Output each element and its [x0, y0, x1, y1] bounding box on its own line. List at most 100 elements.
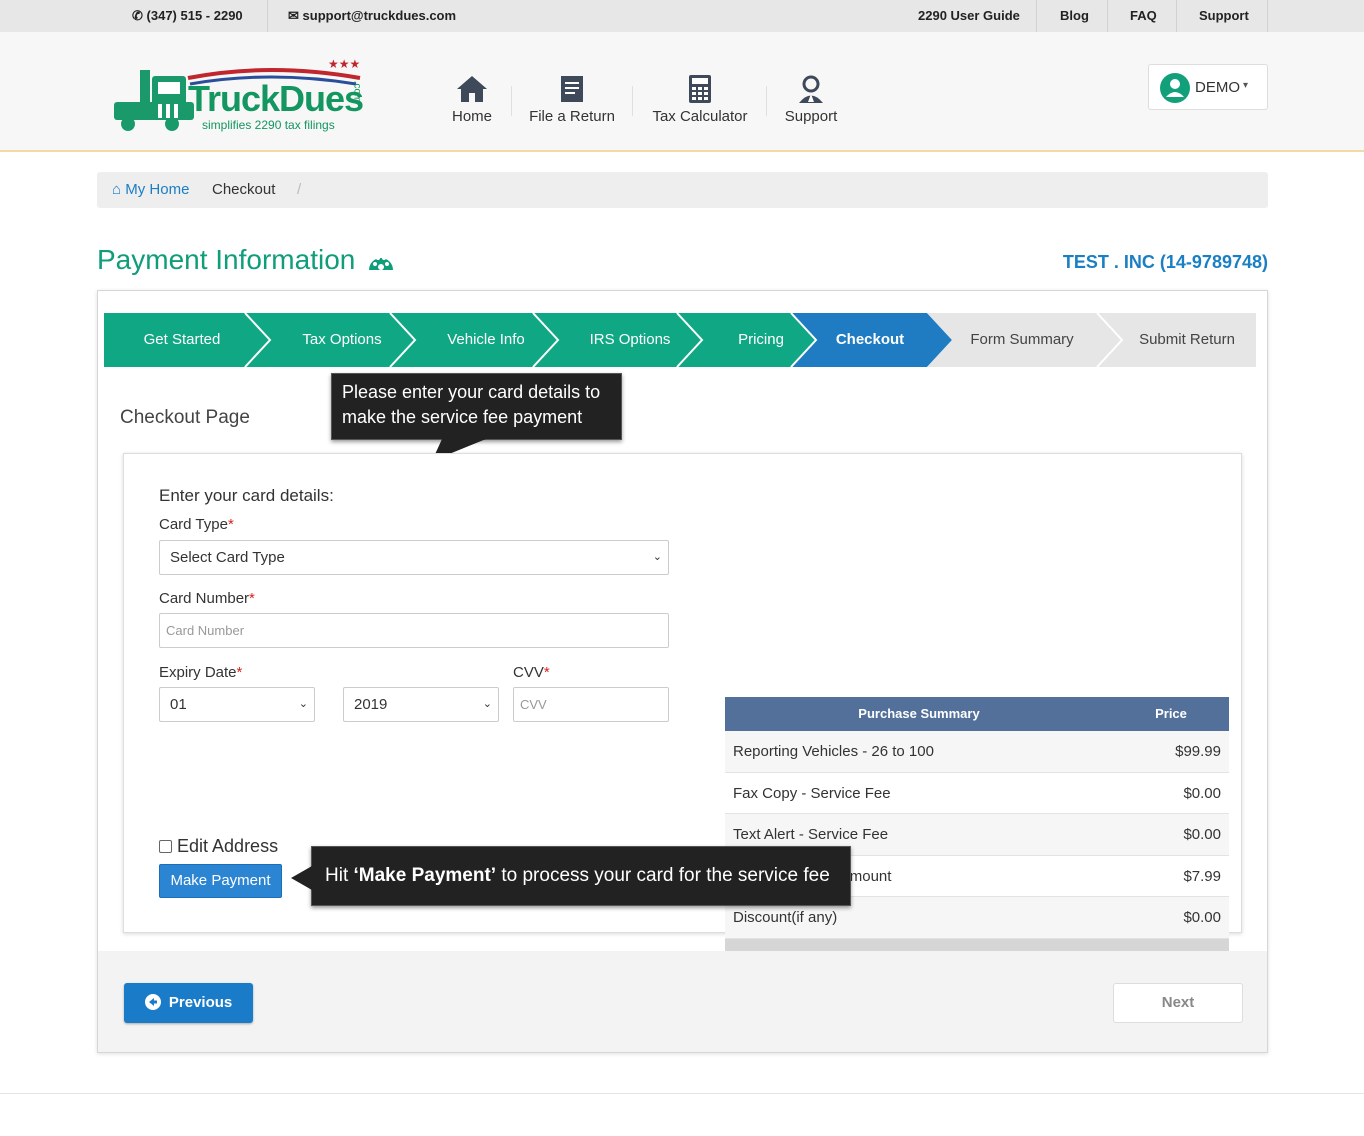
- breadcrumb-current: Checkout: [212, 181, 276, 198]
- link-support[interactable]: Support: [1199, 0, 1249, 32]
- summary-price: $7.99: [1183, 867, 1221, 885]
- home-icon: [457, 76, 487, 102]
- step-tax-options[interactable]: Tax Options: [264, 313, 420, 367]
- phone-icon: ✆: [132, 8, 143, 23]
- step-checkout[interactable]: Checkout: [804, 313, 936, 367]
- logo-brand: TruckDues: [188, 78, 364, 119]
- arrow-left-circle-icon: [144, 994, 161, 1010]
- tooltip-make-payment: Hit ‘Make Payment’ to process your card …: [311, 846, 851, 906]
- summary-col-price: Price: [1155, 706, 1187, 721]
- step-get-started[interactable]: Get Started: [104, 313, 260, 367]
- phone-number: (347) 515 - 2290: [146, 8, 243, 23]
- card-number-label: Card Number*: [159, 590, 255, 607]
- logo-tagline: simplifies 2290 tax filings: [202, 118, 335, 132]
- summary-price: $0.00: [1183, 784, 1221, 802]
- card-details-heading: Enter your card details:: [159, 486, 334, 505]
- nav-tax-calculator[interactable]: Tax Calculator: [650, 74, 750, 125]
- link-blog[interactable]: Blog: [1060, 0, 1089, 32]
- email-address: support@truckdues.com: [302, 8, 457, 23]
- edit-address-option[interactable]: Edit Address: [159, 836, 278, 857]
- breadcrumb-home[interactable]: ⌂ My Home: [112, 172, 189, 208]
- cvv-input[interactable]: CVV: [513, 687, 669, 722]
- logo-dotcom: .com: [351, 80, 363, 103]
- tooltip-make-payment-bold: ‘Make Payment’: [353, 865, 497, 886]
- tooltip-card-details-line2: make the service fee payment: [342, 407, 583, 427]
- make-payment-button[interactable]: Make Payment: [159, 864, 282, 898]
- expiry-month-value: 01: [170, 696, 187, 713]
- summary-row: Fax Copy - Service Fee $0.00: [725, 773, 1229, 815]
- page-title: Payment Information: [97, 244, 395, 276]
- step-submit-return[interactable]: Submit Return: [1114, 313, 1260, 367]
- envelope-icon: ✉: [288, 8, 299, 23]
- top-bar: ✆ (347) 515 - 2290 ✉ support@truckdues.c…: [0, 0, 1364, 32]
- page-title-text: Payment Information: [97, 244, 356, 275]
- summary-row: Reporting Vehicles - 26 to 100 $99.99: [725, 731, 1229, 773]
- phone-contact[interactable]: ✆ (347) 515 - 2290: [132, 0, 243, 32]
- calculator-icon: [689, 75, 711, 103]
- dashboard-gauge-icon: [369, 255, 394, 270]
- support-agent-icon: [799, 75, 823, 103]
- checkout-heading: Checkout Page: [120, 407, 250, 428]
- truckdues-logo[interactable]: ★★★ TruckDues .com simplifies 2290 tax f…: [110, 52, 370, 136]
- nav-file-return[interactable]: File a Return: [528, 74, 616, 125]
- company-name-ein: TEST . INC (14-9789748): [1062, 252, 1268, 272]
- home-icon: ⌂: [112, 181, 122, 198]
- breadcrumb: ⌂ My Home / Checkout: [97, 172, 1268, 208]
- summary-price: $99.99: [1175, 743, 1221, 760]
- svg-text:★★★: ★★★: [328, 57, 360, 71]
- link-user-guide[interactable]: 2290 User Guide: [918, 0, 1020, 32]
- chevron-down-icon: ⌄: [482, 698, 492, 710]
- tooltip-pointer: [291, 866, 312, 890]
- summary-price: $0.00: [1183, 826, 1221, 844]
- summary-header: Purchase Summary Price: [725, 697, 1229, 731]
- edit-address-label: Edit Address: [177, 836, 279, 856]
- step-pricing[interactable]: Pricing: [704, 313, 818, 367]
- summary-item: Reporting Vehicles - 26 to 100: [733, 743, 934, 760]
- user-name: DEMO: [1195, 79, 1240, 96]
- email-contact[interactable]: ✉ support@truckdues.com: [288, 0, 456, 32]
- step-vehicle-info[interactable]: Vehicle Info: [410, 313, 562, 367]
- step-irs-options[interactable]: IRS Options: [554, 313, 706, 367]
- purchase-summary-table: Purchase Summary Price Reporting Vehicle…: [725, 697, 1229, 981]
- summary-col-item: Purchase Summary: [858, 706, 980, 721]
- cvv-label: CVV*: [513, 664, 550, 681]
- step-form-summary[interactable]: Form Summary: [934, 313, 1110, 367]
- previous-button[interactable]: Previous: [124, 983, 253, 1023]
- checkout-panel: Get Started Tax Options Vehicle Info IRS…: [97, 290, 1268, 1053]
- nav-home[interactable]: Home: [450, 74, 494, 125]
- user-menu[interactable]: DEMO ▾: [1148, 64, 1268, 110]
- next-button[interactable]: Next: [1113, 983, 1243, 1023]
- breadcrumb-home-label: My Home: [125, 181, 190, 198]
- nav-support[interactable]: Support: [782, 74, 840, 125]
- chevron-down-icon: ⌄: [298, 698, 308, 710]
- nav-tax-calculator-label: Tax Calculator: [652, 108, 748, 125]
- tooltip-make-payment-pre: Hit: [325, 865, 354, 886]
- tooltip-card-details-line1: Please enter your card details to: [342, 382, 601, 402]
- card-type-label: Card Type*: [159, 516, 234, 533]
- nav-home-label: Home: [451, 108, 492, 125]
- previous-label: Previous: [168, 994, 233, 1011]
- user-avatar-icon: [1160, 73, 1190, 103]
- tooltip-card-details: Please enter your card details to make t…: [331, 373, 622, 440]
- chevron-down-icon: ⌄: [652, 551, 662, 563]
- expiry-month-select[interactable]: 01 ⌄: [159, 687, 315, 722]
- expiry-year-value: 2019: [354, 696, 388, 713]
- card-type-select[interactable]: Select Card Type ⌄: [159, 540, 669, 575]
- expiry-date-label: Expiry Date*: [159, 664, 243, 681]
- page-divider: [0, 1093, 1364, 1094]
- tooltip-make-payment-post: to process your card for the service fee: [496, 865, 830, 886]
- chevron-down-icon: ▾: [1243, 80, 1249, 91]
- link-faq[interactable]: FAQ: [1130, 0, 1157, 32]
- summary-item: Fax Copy - Service Fee: [733, 784, 891, 802]
- document-icon: [561, 76, 583, 102]
- card-type-value: Select Card Type: [170, 549, 285, 566]
- progress-steps: Get Started Tax Options Vehicle Info IRS…: [104, 313, 1256, 367]
- panel-footer: [98, 951, 1267, 1052]
- summary-price: $0.00: [1183, 909, 1221, 927]
- breadcrumb-separator: /: [297, 181, 302, 198]
- expiry-year-select[interactable]: 2019 ⌄: [343, 687, 499, 722]
- edit-address-checkbox[interactable]: [159, 840, 172, 853]
- nav-file-return-label: File a Return: [529, 108, 615, 125]
- card-number-input[interactable]: Card Number: [159, 613, 669, 648]
- site-header: ★★★ TruckDues .com simplifies 2290 tax f…: [0, 32, 1364, 152]
